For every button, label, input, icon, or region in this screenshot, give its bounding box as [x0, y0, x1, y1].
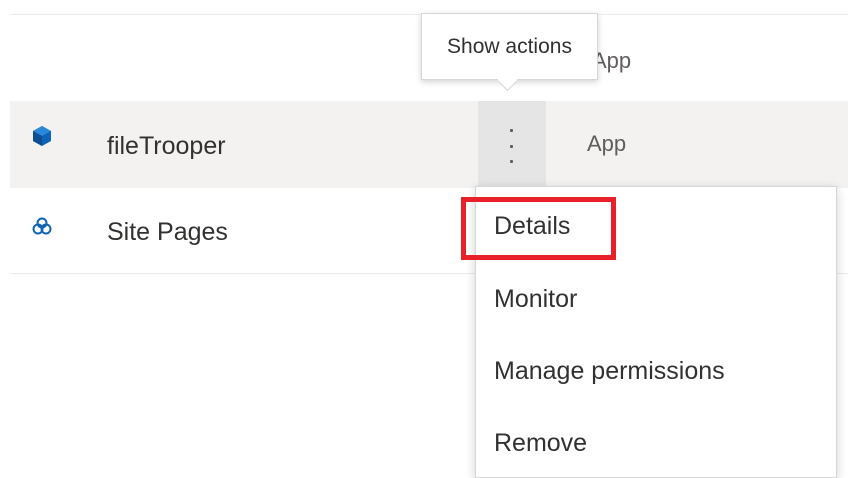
show-actions-tooltip: Show actions	[421, 13, 598, 80]
more-vertical-icon	[508, 129, 514, 163]
row-name[interactable]: fileTrooper	[107, 132, 226, 161]
row-type: App	[587, 131, 627, 156]
menu-item-monitor[interactable]: Monitor	[494, 285, 577, 314]
list-row-filetrooper[interactable]: fileTrooper App	[10, 101, 848, 188]
more-actions-button[interactable]	[478, 101, 546, 188]
menu-item-remove[interactable]: Remove	[494, 429, 587, 458]
app-cube-icon	[31, 125, 53, 147]
row-name[interactable]: Site Pages	[107, 218, 228, 247]
menu-item-manage-permissions[interactable]: Manage permissions	[494, 357, 725, 386]
tooltip-text: Show actions	[447, 34, 572, 58]
site-pages-icon	[31, 216, 53, 238]
details-highlight-box	[461, 197, 616, 260]
